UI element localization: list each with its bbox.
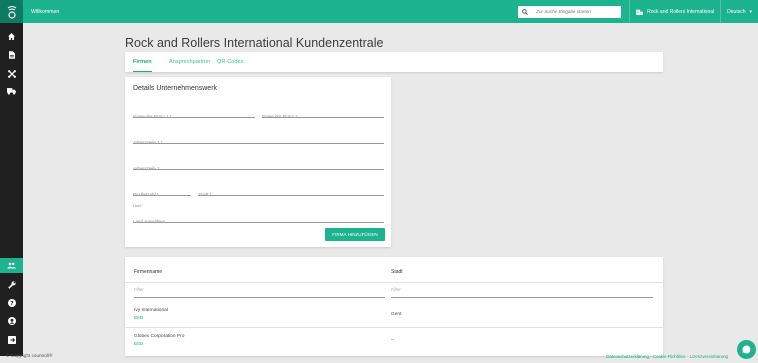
wrench-icon[interactable]: [5, 278, 18, 291]
tab-firmen[interactable]: Firmen: [133, 52, 152, 72]
field-underline: [133, 117, 255, 118]
welcome-text: Willkommen: [31, 8, 60, 15]
search-box[interactable]: [518, 5, 622, 18]
field-underline: [133, 195, 191, 196]
row-1-company-sub: BSD: [134, 315, 144, 320]
logo-icon: [7, 5, 16, 19]
field-underline: [133, 143, 384, 144]
field-underline: [391, 297, 653, 298]
help-icon[interactable]: ?: [5, 296, 18, 309]
column-header-company[interactable]: Firmenname: [134, 269, 162, 275]
column-header-city[interactable]: Stadt: [391, 269, 403, 275]
building-icon: [636, 9, 643, 15]
address-line-2-field[interactable]: Adresszeile 2: [133, 157, 384, 171]
country-select[interactable]: Land * Land auswählen...: [133, 204, 384, 224]
chat-icon: [742, 345, 751, 354]
page-title: Rock and Rollers International Kundenzen…: [125, 36, 384, 50]
truck-icon[interactable]: [5, 85, 18, 98]
company-switcher[interactable]: Rock and Rollers International: [629, 0, 722, 23]
header-divider: [125, 282, 663, 283]
logo[interactable]: [0, 0, 23, 23]
company-filter-placeholder: Filter: [134, 287, 144, 292]
field-underline: [133, 169, 384, 170]
language-select[interactable]: Deutsch ▾: [721, 0, 758, 23]
row-2-company-name[interactable]: Globex Corporation Pro: [134, 334, 184, 339]
companies-table: Firmenname Stadt Filter Filter Ivy Inter…: [125, 257, 663, 356]
postcode-field[interactable]: Postleitzahl *: [133, 183, 191, 197]
logout-icon[interactable]: [5, 333, 18, 346]
city-filter-input[interactable]: Filter: [391, 284, 653, 298]
company-form-card: Details Unternehmenswerk Name der Firma …: [125, 77, 391, 247]
tab-ansprechpartner[interactable]: Ansprechpartner: [169, 52, 210, 72]
company-filter-input[interactable]: Filter: [134, 284, 385, 298]
chevron-down-icon: ▾: [749, 8, 752, 15]
row-1-company-name[interactable]: Ivy International: [134, 308, 168, 313]
tab-qr-codes[interactable]: QR-Codes: [217, 52, 243, 72]
add-company-button[interactable]: FIRMA HINZUFÜGEN: [325, 228, 385, 241]
company-name-1-field[interactable]: Name der Firma 1 *: [133, 105, 255, 119]
svg-text:?: ?: [10, 301, 13, 307]
users-icon[interactable]: [5, 259, 18, 272]
address-line-1-field[interactable]: Adresszeile 1 *: [133, 131, 384, 145]
document-icon[interactable]: [5, 48, 18, 61]
tabs-bar: Firmen Ansprechpartner QR-Codes: [125, 52, 663, 72]
field-underline: [198, 195, 384, 196]
form-title: Details Unternehmenswerk: [133, 85, 218, 92]
field-underline: [134, 297, 385, 298]
field-underline: [133, 222, 384, 223]
footer-links[interactable]: Datenschutzerklärung - Cookie-Richtlinie…: [606, 354, 728, 359]
row-1-city: Gent: [391, 312, 402, 317]
account-icon[interactable]: [5, 314, 18, 327]
search-input[interactable]: [536, 9, 617, 14]
tools-icon[interactable]: [5, 67, 18, 80]
country-small-label: Land *: [133, 204, 143, 208]
row-2-company-sub: BSD: [134, 341, 144, 346]
company-name-2-field[interactable]: Name der Firma 2: [262, 105, 384, 119]
home-icon[interactable]: [5, 30, 18, 43]
language-label: Deutsch: [727, 8, 746, 15]
company-name: Rock and Rollers International: [647, 8, 715, 15]
city-field[interactable]: Stadt *: [198, 183, 384, 197]
chat-button[interactable]: [737, 340, 756, 359]
top-bar: Willkommen Rock and Rollers Internationa…: [0, 0, 758, 23]
row-2-city: --: [391, 338, 395, 343]
row-divider: [125, 327, 663, 328]
city-filter-placeholder: Filter: [391, 287, 401, 292]
field-underline: [262, 117, 384, 118]
copyright: © Copyright countroll®: [6, 353, 53, 358]
sidebar: ?: [0, 23, 23, 356]
search-icon: [522, 8, 529, 15]
